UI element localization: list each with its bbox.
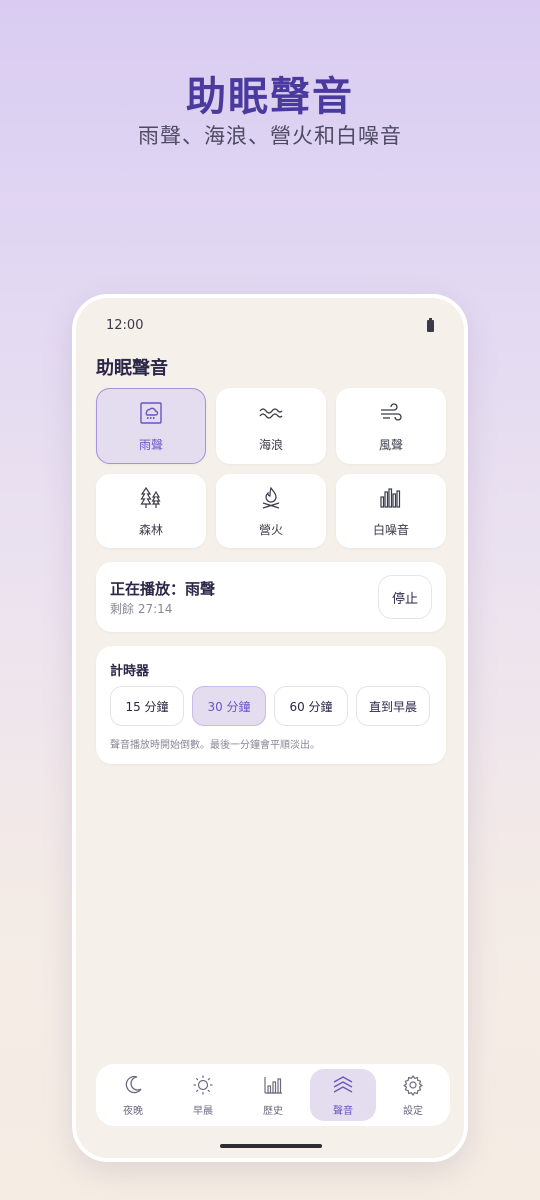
nav-label-morning: 早晨 <box>193 1105 213 1117</box>
sound-tile-waves[interactable]: 海浪 <box>216 388 326 464</box>
now-playing-title: 正在播放：雨聲 <box>110 580 216 598</box>
home-indicator[interactable] <box>220 1144 322 1148</box>
sound-tile-wind[interactable]: 風聲 <box>336 388 446 464</box>
wind-icon <box>378 400 404 430</box>
phone-screen: 12:00 助眠聲音 雨聲 海浪 風聲 森林 營火 白噪音 正在播放：雨聲 剩餘… <box>72 294 468 1162</box>
sound-label-forest: 森林 <box>138 522 163 537</box>
timer-option-30[interactable]: 30 分鐘 <box>192 686 266 726</box>
hero-subtitle: 雨聲、海浪、營火和白噪音 <box>138 124 402 148</box>
stop-button[interactable]: 停止 <box>378 575 432 619</box>
nav-item-settings[interactable]: 設定 <box>380 1069 446 1121</box>
sound-label-campfire: 營火 <box>258 522 283 537</box>
rain-icon <box>138 400 164 430</box>
sound-grid: 雨聲 海浪 風聲 森林 營火 白噪音 <box>96 388 446 548</box>
campfire-icon <box>258 485 284 515</box>
timer-option-15[interactable]: 15 分鐘 <box>110 686 184 726</box>
chart-icon <box>262 1074 284 1100</box>
nav-item-night[interactable]: 夜晚 <box>100 1069 166 1121</box>
waves-icon <box>258 400 284 430</box>
sound-tile-campfire[interactable]: 營火 <box>216 474 326 548</box>
now-playing-remaining: 剩餘 27:14 <box>110 602 173 616</box>
sound-label-waves: 海浪 <box>258 437 283 452</box>
gear-icon <box>402 1074 424 1100</box>
sound-label-wind: 風聲 <box>378 437 403 452</box>
moon-icon <box>122 1074 144 1100</box>
page-title: 助眠聲音 <box>96 358 168 379</box>
sound-label-rain: 雨聲 <box>138 437 163 452</box>
forest-icon <box>138 485 164 515</box>
timer-title: 計時器 <box>110 664 150 679</box>
white-noise-icon <box>378 485 404 515</box>
timer-option-morning[interactable]: 直到早晨 <box>356 686 430 726</box>
timer-option-60[interactable]: 60 分鐘 <box>274 686 348 726</box>
nav-label-history: 歷史 <box>263 1105 283 1117</box>
sound-tile-rain[interactable]: 雨聲 <box>96 388 206 464</box>
status-time: 12:00 <box>106 318 144 333</box>
nav-label-settings: 設定 <box>403 1105 423 1117</box>
nav-label-night: 夜晚 <box>123 1105 143 1117</box>
nav-item-history[interactable]: 歷史 <box>240 1069 306 1121</box>
sound-tile-white-noise[interactable]: 白噪音 <box>336 474 446 548</box>
hero-title: 助眠聲音 <box>186 74 354 120</box>
now-playing-card: 正在播放：雨聲 剩餘 27:14 停止 <box>96 562 446 632</box>
nav-label-sounds: 聲音 <box>333 1105 353 1117</box>
sound-tile-forest[interactable]: 森林 <box>96 474 206 548</box>
nav-item-morning[interactable]: 早晨 <box>170 1069 236 1121</box>
sun-icon <box>192 1074 214 1100</box>
timer-options: 15 分鐘 30 分鐘 60 分鐘 直到早晨 <box>110 686 430 726</box>
bottom-nav: 夜晚 早晨 歷史 聲音 設定 <box>96 1064 450 1126</box>
sound-label-white-noise: 白噪音 <box>372 522 409 537</box>
battery-icon <box>427 318 434 332</box>
timer-card: 計時器 15 分鐘 30 分鐘 60 分鐘 直到早晨 聲音播放時開始倒數。最後一… <box>96 646 446 764</box>
sound-waves-icon <box>332 1074 354 1100</box>
nav-item-sounds[interactable]: 聲音 <box>310 1069 376 1121</box>
timer-note: 聲音播放時開始倒數。最後一分鐘會平順淡出。 <box>110 740 320 751</box>
